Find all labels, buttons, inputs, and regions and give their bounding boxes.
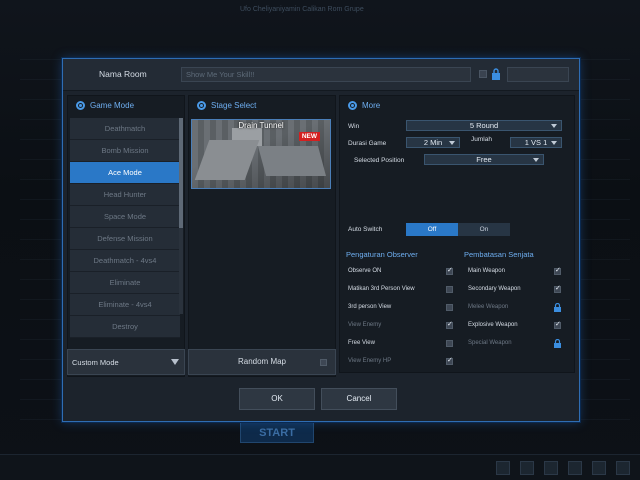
password-checkbox[interactable]: [479, 70, 487, 78]
observer-option-label: Matikan 3rd Person View: [348, 286, 415, 292]
stage-select-title: Stage Select: [211, 100, 257, 110]
observer-option-checkbox[interactable]: [446, 340, 453, 347]
weapon-option-checkbox[interactable]: [554, 320, 561, 329]
chevron-down-icon: [449, 141, 455, 145]
win-label: Win: [348, 123, 360, 130]
observer-option-checkbox[interactable]: [446, 266, 453, 275]
create-room-dialog: Nama Room Show Me Your Skill!! Game Mode…: [62, 58, 580, 422]
shop-icon: [520, 461, 534, 475]
game-mode-list: Deathmatch Bomb Mission Ace Mode Head Hunte…: [70, 118, 180, 338]
more-title: More: [362, 100, 381, 110]
position-value: Free: [476, 155, 492, 164]
game-mode-item[interactable]: Defense Mission: [70, 228, 180, 250]
target-icon: [197, 100, 206, 110]
more-header: More: [340, 96, 574, 114]
duration-label: Durasi Game: [348, 140, 387, 147]
win-dropdown[interactable]: 5 Round: [406, 120, 562, 131]
random-map-label: Random Map: [237, 357, 287, 366]
lobby-header-text: Ufo Cheliyaniyamin Calikan Rom Grupe: [240, 6, 364, 13]
stage-select-header: Stage Select: [189, 96, 335, 114]
password-input[interactable]: [507, 67, 569, 82]
game-mode-item[interactable]: Space Mode: [70, 206, 180, 228]
autoswitch-on-toggle[interactable]: On: [458, 223, 510, 236]
chevron-down-icon: [171, 359, 179, 365]
observer-option-label: View Enemy: [348, 322, 382, 328]
weapon-option-label: Explosive Weapon: [468, 322, 518, 328]
weapon-option-checkbox[interactable]: [554, 266, 561, 275]
cancel-button[interactable]: Cancel: [321, 388, 397, 410]
win-value: 5 Round: [469, 121, 499, 130]
weapon-option-label: Special Weapon: [468, 340, 512, 346]
game-mode-item[interactable]: Ace Mode: [70, 162, 180, 184]
random-map-button[interactable]: Random Map: [188, 349, 336, 375]
game-mode-item[interactable]: Deathmatch: [70, 118, 180, 140]
observer-option-label: Observe ON: [348, 268, 382, 274]
game-mode-item[interactable]: Eliminate: [70, 272, 180, 294]
duration-dropdown[interactable]: 2 Min: [406, 137, 460, 148]
game-mode-header: Game Mode: [68, 96, 184, 114]
more-settings-panel: More Win 5 Round Durasi Game 2 Min Jumla…: [339, 95, 575, 373]
weapon-option-label: Main Weapon: [468, 268, 505, 274]
new-badge: NEW: [298, 132, 320, 141]
mail-icon: [568, 461, 582, 475]
room-name-row: Nama Room Show Me Your Skill!!: [63, 59, 579, 91]
game-mode-item[interactable]: Bomb Mission: [70, 140, 180, 162]
random-map-checkbox[interactable]: [320, 359, 327, 366]
count-dropdown[interactable]: 1 VS 1: [510, 137, 562, 148]
chevron-down-icon: [551, 124, 557, 128]
count-value: 1 VS 1: [524, 138, 548, 147]
room-name-input[interactable]: Show Me Your Skill!!: [181, 67, 471, 82]
chevron-down-icon: [551, 141, 557, 145]
map-name: Drain Tunnel: [238, 121, 284, 130]
room-name-label: Nama Room: [99, 69, 147, 79]
custom-mode-dropdown[interactable]: Custom Mode: [67, 349, 185, 375]
start-button: START: [240, 421, 314, 443]
autoswitch-label: Auto Switch: [348, 226, 383, 233]
game-mode-scrollbar[interactable]: [179, 118, 183, 314]
game-mode-title: Game Mode: [90, 100, 135, 110]
position-dropdown[interactable]: Free: [424, 154, 544, 165]
lock-icon: [554, 339, 561, 348]
lobby-toolbar-icons: [496, 461, 630, 475]
target-icon: [76, 100, 85, 110]
settings-icon: [592, 461, 606, 475]
game-mode-item[interactable]: Head Hunter: [70, 184, 180, 206]
count-label: Jumlah: [471, 136, 492, 143]
weapon-option-label: Melee Weapon: [468, 304, 509, 310]
clan-icon: [544, 461, 558, 475]
stage-select-panel: Stage Select Drain Tunnel NEW: [188, 95, 336, 377]
inventory-icon: [496, 461, 510, 475]
observer-title: Pengaturan Observer: [346, 250, 418, 259]
observer-option-label: View Enemy HP: [348, 358, 392, 364]
weapon-option-label: Secondary Weapon: [468, 286, 521, 292]
lock-icon: [492, 68, 500, 80]
scrollbar-thumb[interactable]: [179, 118, 183, 228]
game-mode-item[interactable]: Eliminate - 4vs4: [70, 294, 180, 316]
game-mode-item[interactable]: Deathmatch - 4vs4: [70, 250, 180, 272]
exit-icon: [616, 461, 630, 475]
observer-option-checkbox[interactable]: [446, 356, 453, 365]
ok-button[interactable]: OK: [239, 388, 315, 410]
autoswitch-off-toggle[interactable]: Off: [406, 223, 458, 236]
observer-option-checkbox[interactable]: [446, 320, 453, 329]
target-icon: [348, 100, 357, 110]
game-mode-panel: Game Mode Deathmatch Bomb Mission Ace Mode…: [67, 95, 185, 377]
position-label: Selected Position: [354, 157, 405, 164]
chevron-down-icon: [533, 158, 539, 162]
map-thumbnail[interactable]: Drain Tunnel NEW: [191, 119, 331, 189]
custom-mode-label: Custom Mode: [72, 358, 119, 367]
observer-option-label: 3rd person View: [348, 304, 392, 310]
lock-icon: [554, 303, 561, 312]
game-mode-item[interactable]: Destroy: [70, 316, 180, 338]
observer-option-checkbox[interactable]: [446, 286, 453, 293]
duration-value: 2 Min: [423, 138, 443, 147]
observer-option-label: Free View: [348, 340, 375, 346]
observer-option-checkbox[interactable]: [446, 304, 453, 311]
weapon-option-checkbox[interactable]: [554, 284, 561, 293]
weapons-title: Pembatasan Senjata: [464, 250, 534, 259]
